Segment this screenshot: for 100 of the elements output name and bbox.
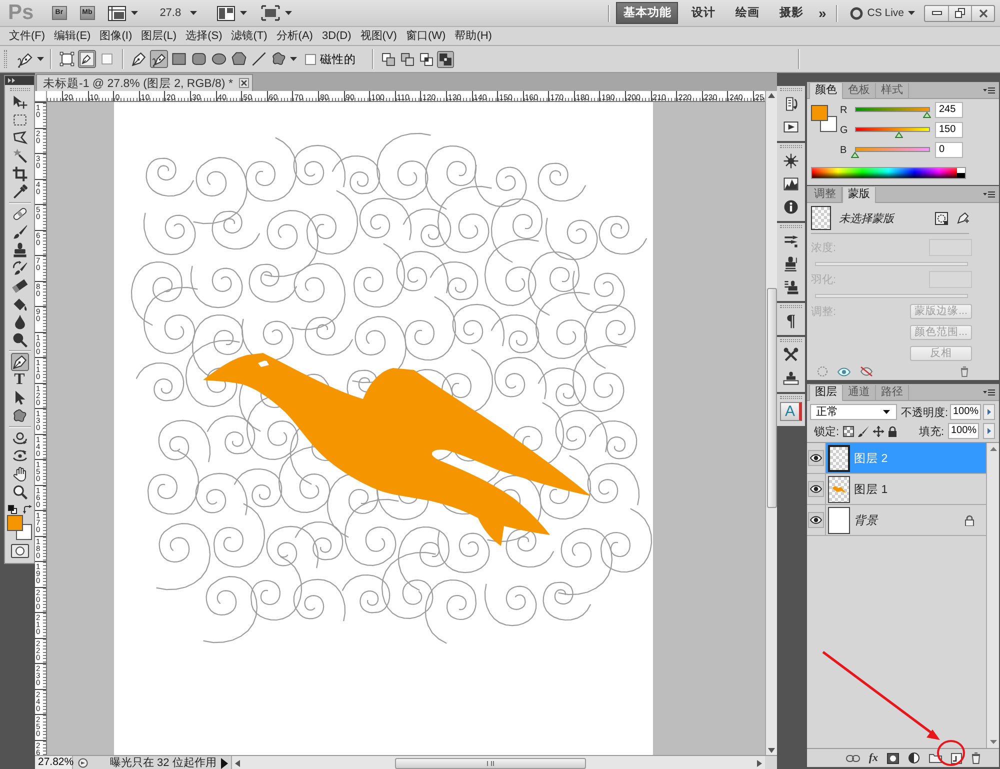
channel-value-field[interactable]: 245 <box>935 102 963 118</box>
color-swatches-icon[interactable] <box>811 105 838 133</box>
lock-transparency-icon[interactable] <box>843 426 854 436</box>
scroll-up-icon[interactable] <box>768 93 775 98</box>
channel-value-field[interactable]: 150 <box>935 122 963 138</box>
info-icon[interactable] <box>782 198 800 216</box>
caret-icon[interactable] <box>37 57 44 61</box>
stamp-list-icon[interactable] <box>782 278 800 296</box>
freeform-pen-icon[interactable] <box>150 50 168 68</box>
hand-icon[interactable] <box>10 465 28 483</box>
layer-row[interactable]: 图层 1 <box>826 474 986 504</box>
menu-item[interactable]: 选择(S) <box>184 28 224 44</box>
link-icon[interactable] <box>846 754 860 762</box>
panel-menu-icon[interactable] <box>983 86 995 94</box>
collapse-arrows-icon[interactable] <box>8 78 15 83</box>
scroll-down-icon[interactable] <box>990 740 996 744</box>
add-mask-icon[interactable] <box>887 752 899 764</box>
vector-mask-icon[interactable] <box>956 212 969 224</box>
ruler-corner[interactable] <box>35 91 47 102</box>
status-menu-arrow-icon[interactable] <box>220 758 229 768</box>
menu-item[interactable]: 文件(F) <box>7 28 48 44</box>
history-brush-icon[interactable] <box>10 259 28 277</box>
blob-shape-icon[interactable] <box>10 407 28 425</box>
trash-icon[interactable] <box>960 366 969 377</box>
character-button[interactable]: A <box>780 402 802 421</box>
layer-thumbnail[interactable] <box>828 444 850 472</box>
layer-thumbnail[interactable] <box>828 506 850 534</box>
type-tool-button[interactable]: T <box>10 371 28 389</box>
caret-icon[interactable] <box>285 11 292 15</box>
blend-mode-dropdown[interactable]: 正常 <box>810 404 897 420</box>
new-layer-icon[interactable] <box>951 752 962 764</box>
lock-icon[interactable] <box>888 426 898 436</box>
layer-thumbnail[interactable] <box>828 476 850 502</box>
caret-icon[interactable] <box>130 11 138 15</box>
channel-value-field[interactable]: 0 <box>935 142 963 158</box>
vertical-scrollbar[interactable] <box>765 91 777 755</box>
menu-item[interactable]: 图像(I) <box>98 28 134 44</box>
layer-row[interactable]: 背景 <box>826 505 986 535</box>
rounded-rectangle-icon[interactable] <box>190 50 208 68</box>
pixel-mask-icon[interactable] <box>935 212 948 224</box>
crossed-tools-icon[interactable] <box>782 346 800 364</box>
line-icon[interactable] <box>250 50 268 68</box>
visibility-toggle[interactable] <box>808 481 824 497</box>
magnetic-checkbox[interactable] <box>305 54 316 64</box>
dotted-circle-icon[interactable] <box>817 366 828 377</box>
panel-tab[interactable]: 色板 <box>843 83 876 98</box>
lasso-icon[interactable] <box>10 129 28 147</box>
horizontal-scrollbar[interactable] <box>231 756 765 769</box>
cs-live-button[interactable]: CS Live <box>850 6 915 20</box>
magic-wand-icon[interactable] <box>10 147 28 165</box>
scroll-down-icon[interactable] <box>768 748 775 753</box>
exclude-shapes-icon[interactable] <box>437 50 454 68</box>
slider-thumb[interactable] <box>851 152 859 158</box>
layers-scrollbar[interactable] <box>986 443 999 748</box>
rectangle-icon[interactable] <box>170 50 188 68</box>
stamp-icon[interactable] <box>10 241 28 259</box>
view-extras-icon[interactable] <box>108 6 126 20</box>
fill-field[interactable]: 100% <box>948 423 979 439</box>
workspace-button[interactable]: 摄影 <box>772 2 810 24</box>
shape-layers-icon[interactable] <box>58 50 76 68</box>
opacity-field[interactable]: 100% <box>950 404 981 420</box>
arrange-documents-icon[interactable] <box>217 6 236 20</box>
menu-item[interactable]: 图层(L) <box>139 28 179 44</box>
swap-arrows-icon[interactable] <box>22 505 32 514</box>
color-spectrum-bar[interactable] <box>811 167 966 179</box>
caret-icon[interactable] <box>240 11 248 15</box>
panel-tab[interactable]: 颜色 <box>809 83 843 99</box>
visibility-toggle[interactable] <box>808 450 824 466</box>
document-tab[interactable]: 未标题-1 @ 27.8% (图层 2, RGB/8) * <box>36 74 253 91</box>
crop-icon[interactable] <box>10 165 28 183</box>
polygon-icon[interactable] <box>230 50 248 68</box>
pen-path-icon[interactable] <box>78 50 96 68</box>
effects-button[interactable]: fx <box>868 752 878 764</box>
scroll-right-icon[interactable] <box>757 760 762 766</box>
default-colors-icon[interactable] <box>8 505 16 514</box>
pen-nib-icon[interactable] <box>10 353 28 371</box>
clone-source-icon[interactable] <box>782 254 800 272</box>
workspace-button[interactable]: 设计 <box>684 2 722 24</box>
scrollbar-thumb[interactable] <box>766 288 776 508</box>
panel-tab[interactable]: 样式 <box>876 83 909 98</box>
menu-item[interactable]: 编辑(E) <box>52 28 93 44</box>
menu-item[interactable]: 3D(D) <box>320 28 354 44</box>
scroll-left-icon[interactable] <box>235 760 240 766</box>
move-arrows-icon[interactable] <box>873 426 884 436</box>
menu-item[interactable]: 分析(A) <box>274 28 315 44</box>
workspace-button[interactable]: 绘画 <box>728 2 766 24</box>
crossed-eye-icon[interactable] <box>860 366 873 377</box>
eyedropper-icon[interactable] <box>10 183 28 201</box>
pen-nib-icon[interactable] <box>130 50 148 68</box>
half-circle-icon[interactable] <box>908 752 920 764</box>
scroll-up-icon[interactable] <box>990 447 996 451</box>
menu-item[interactable]: 窗口(W) <box>404 28 448 44</box>
menu-item[interactable]: 帮助(H) <box>452 28 494 44</box>
panel-tab[interactable]: 图层 <box>809 385 843 401</box>
quick-mask-icon[interactable] <box>10 544 28 558</box>
dodge-tool-icon[interactable] <box>10 331 28 349</box>
combine-shapes-icon[interactable] <box>380 50 397 68</box>
eye-icon[interactable] <box>837 366 851 376</box>
menu-item[interactable]: 滤镜(T) <box>229 28 270 44</box>
panel-tab[interactable]: 通道 <box>843 385 876 400</box>
